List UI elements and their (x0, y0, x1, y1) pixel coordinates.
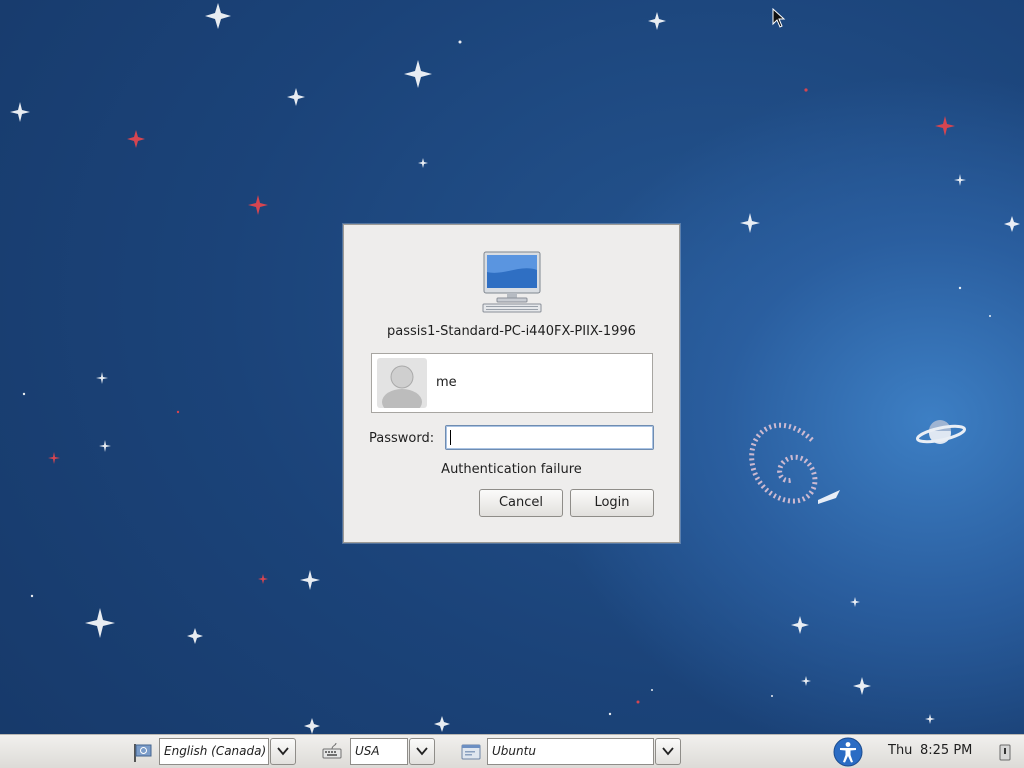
language-dropdown-button[interactable] (270, 738, 296, 765)
chevron-down-icon (277, 747, 289, 756)
cancel-button[interactable]: Cancel (479, 489, 563, 517)
text-caret (450, 430, 451, 445)
shutdown-icon[interactable] (994, 741, 1016, 763)
language-flag-icon (134, 744, 152, 762)
bottom-panel: English (Canada) USA Ubuntu Thu 8:25 PM (0, 734, 1024, 768)
session-combo[interactable]: Ubuntu (487, 738, 654, 765)
user-list-item[interactable]: me (371, 353, 653, 413)
keyboard-icon (322, 742, 342, 759)
authentication-message: Authentication failure (441, 462, 582, 477)
chevron-down-icon (416, 747, 428, 756)
galaxy-spiral-decoration (749, 422, 840, 504)
accessibility-icon[interactable] (833, 737, 863, 767)
hostname-label: passis1-Standard-PC-i440FX-PIIX-1996 (387, 324, 636, 339)
planet-decoration (915, 420, 967, 444)
language-combo[interactable]: English (Canada) (159, 738, 269, 765)
login-button[interactable]: Login (570, 489, 654, 517)
keyboard-layout-dropdown-button[interactable] (409, 738, 435, 765)
user-avatar-icon (377, 358, 427, 408)
password-input[interactable] (445, 425, 654, 450)
clock-day: Thu (888, 743, 913, 758)
chevron-down-icon (662, 747, 674, 756)
clock-time[interactable]: 8:25 PM (920, 743, 972, 758)
keyboard-layout-combo[interactable]: USA (350, 738, 408, 765)
computer-icon (482, 251, 542, 313)
mouse-pointer-icon (772, 8, 786, 28)
session-dropdown-button[interactable] (655, 738, 681, 765)
login-dialog: passis1-Standard-PC-i440FX-PIIX-1996 me … (343, 224, 680, 543)
session-icon (461, 744, 481, 760)
password-label: Password: (369, 431, 435, 446)
username-label: me (436, 375, 457, 390)
